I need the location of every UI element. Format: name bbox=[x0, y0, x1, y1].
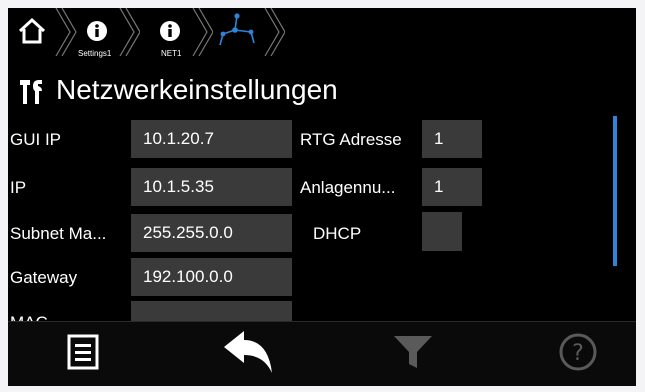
breadcrumb: Settings1 NET1 bbox=[8, 8, 636, 64]
help-icon: ? bbox=[558, 332, 598, 377]
menu-list-icon bbox=[67, 334, 99, 375]
help-button[interactable]: ? bbox=[538, 322, 618, 386]
network-settings-form: GUI IP 10.1.20.7 IP 10.1.5.35 Subnet Ma.… bbox=[8, 112, 636, 321]
scrollbar[interactable] bbox=[613, 116, 617, 266]
filter-icon bbox=[393, 334, 433, 375]
tools-icon bbox=[18, 78, 46, 106]
breadcrumb-network[interactable] bbox=[213, 8, 285, 56]
info-icon bbox=[86, 20, 108, 42]
bottom-toolbar: ? bbox=[8, 321, 636, 386]
page-title: Netzwerkeinstellungen bbox=[56, 74, 338, 105]
mac-label: MAC bbox=[10, 313, 48, 321]
anlagennummer-field[interactable]: 1 bbox=[422, 168, 482, 206]
info-icon bbox=[159, 20, 181, 42]
breadcrumb-label: NET1 bbox=[161, 49, 182, 58]
filter-button[interactable] bbox=[373, 322, 453, 386]
gui-ip-label: GUI IP bbox=[10, 130, 62, 149]
subnet-mask-label: Subnet Ma... bbox=[10, 224, 107, 243]
gateway-label: Gateway bbox=[10, 268, 78, 287]
dhcp-checkbox[interactable] bbox=[422, 212, 462, 251]
breadcrumb-label: Settings1 bbox=[78, 49, 112, 58]
back-arrow-icon bbox=[222, 329, 274, 380]
subnet-mask-field[interactable]: 255.255.0.0 bbox=[131, 214, 292, 252]
rtg-address-label: RTG Adresse bbox=[300, 130, 402, 149]
breadcrumb-settings1[interactable]: Settings1 bbox=[70, 8, 140, 58]
app-screen: Settings1 NET1 Netzwerkeinstellungen GUI… bbox=[8, 8, 636, 386]
dhcp-label: DHCP bbox=[313, 224, 362, 243]
network-icon bbox=[217, 12, 257, 48]
svg-text:?: ? bbox=[572, 341, 584, 366]
breadcrumb-net1[interactable]: NET1 bbox=[143, 8, 213, 58]
breadcrumb-home[interactable] bbox=[8, 8, 78, 56]
page-header: Netzwerkeinstellungen bbox=[18, 72, 618, 112]
ip-label: IP bbox=[10, 178, 27, 197]
home-icon bbox=[18, 18, 46, 44]
gui-ip-field[interactable]: 10.1.20.7 bbox=[131, 120, 292, 158]
rtg-address-field[interactable]: 1 bbox=[422, 120, 482, 158]
anlagennummer-label: Anlagennu... bbox=[300, 178, 396, 197]
back-button[interactable] bbox=[203, 322, 293, 386]
mac-field[interactable] bbox=[131, 301, 292, 321]
ip-field[interactable]: 10.1.5.35 bbox=[131, 168, 292, 206]
gateway-field[interactable]: 192.100.0.0 bbox=[131, 258, 292, 296]
menu-button[interactable] bbox=[38, 322, 128, 386]
